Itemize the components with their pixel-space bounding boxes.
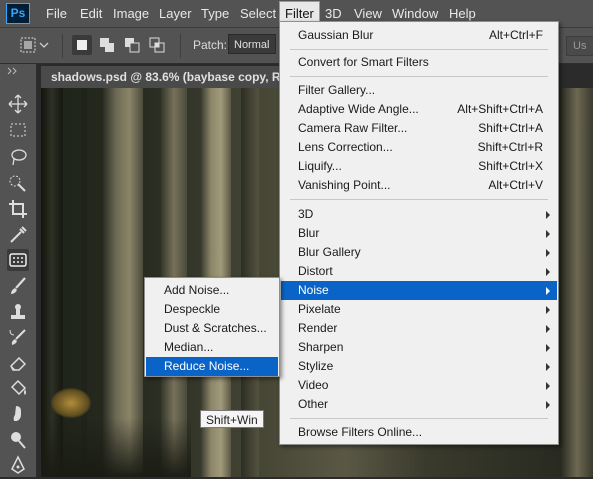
menu-item-blur[interactable]: Blur [281,224,557,243]
submenu-arrow-icon [546,287,550,295]
brush-tool-icon[interactable] [7,275,29,297]
patch-label: Patch: [193,38,228,52]
submenu-arrow-icon [546,211,550,219]
divider [180,34,181,58]
marquee-tool-icon[interactable] [7,119,29,141]
intersect-selection-icon[interactable] [147,35,167,55]
smudge-tool-icon[interactable] [7,403,29,425]
chevron-down-icon[interactable] [38,35,50,55]
submenu-arrow-icon [546,325,550,333]
patch-tool-icon[interactable] [7,249,29,271]
menu-item-video[interactable]: Video [281,376,557,395]
submenu-arrow-icon [546,344,550,352]
menu-item-render[interactable]: Render [281,319,557,338]
menu-item-median[interactable]: Median... [146,338,278,357]
submenu-arrow-icon [546,230,550,238]
dodge-tool-icon[interactable] [7,429,29,451]
menu-item-adaptive-wide-angle[interactable]: Adaptive Wide Angle... Alt+Shift+Ctrl+A [281,100,557,119]
shortcut-tooltip: Shift+Win [200,410,264,428]
crop-tool-icon[interactable] [7,198,29,220]
menu-layer[interactable]: Layer [159,0,192,28]
pen-tool-icon[interactable] [7,454,29,476]
menu-item-lens-correction[interactable]: Lens Correction... Shift+Ctrl+R [281,138,557,157]
panel-collapse-icon[interactable] [5,64,27,75]
menu-item-browse-filters-online[interactable]: Browse Filters Online... [281,423,557,442]
menu-item-sharpen[interactable]: Sharpen [281,338,557,357]
menu-image[interactable]: Image [113,0,149,28]
menu-item-gaussian-blur[interactable]: Gaussian Blur Alt+Ctrl+F [281,26,557,45]
menu-item-noise[interactable]: Noise [281,281,557,300]
submenu-arrow-icon [546,249,550,257]
submenu-arrow-icon [546,306,550,314]
use-pattern-button[interactable]: Us [566,36,593,56]
lasso-tool-icon[interactable] [7,146,29,168]
patch-mode-select[interactable]: Normal [228,34,276,54]
new-selection-icon[interactable] [72,35,92,55]
menu-separator [290,199,548,200]
menu-item-other[interactable]: Other [281,395,557,414]
menu-item-reduce-noise[interactable]: Reduce Noise... [146,357,278,376]
menu-item-convert-smart-filters[interactable]: Convert for Smart Filters [281,53,557,72]
menu-separator [290,49,548,50]
submenu-arrow-icon [546,268,550,276]
history-brush-tool-icon[interactable] [7,326,29,348]
menu-item-despeckle[interactable]: Despeckle [146,300,278,319]
move-tool-icon[interactable] [7,93,29,115]
clone-stamp-tool-icon[interactable] [7,301,29,323]
menu-item-dust-scratches[interactable]: Dust & Scratches... [146,319,278,338]
menu-item-add-noise[interactable]: Add Noise... [146,281,278,300]
menu-item-3d[interactable]: 3D [281,205,557,224]
noise-submenu: Add Noise... Despeckle Dust & Scratches.… [144,277,280,377]
menu-type[interactable]: Type [201,0,229,28]
submenu-arrow-icon [546,363,550,371]
menu-item-vanishing-point[interactable]: Vanishing Point... Alt+Ctrl+V [281,176,557,195]
menu-separator [290,418,548,419]
menu-item-filter-gallery[interactable]: Filter Gallery... [281,81,557,100]
add-selection-icon[interactable] [97,35,117,55]
divider [62,34,63,58]
paint-bucket-tool-icon[interactable] [7,377,29,399]
menu-item-pixelate[interactable]: Pixelate [281,300,557,319]
patch-tool-preset-icon[interactable] [18,35,38,55]
menu-item-distort[interactable]: Distort [281,262,557,281]
menu-file[interactable]: File [46,0,67,28]
subtract-selection-icon[interactable] [122,35,142,55]
menu-edit[interactable]: Edit [80,0,102,28]
eyedropper-tool-icon[interactable] [7,224,29,246]
eraser-tool-icon[interactable] [7,352,29,374]
quick-selection-tool-icon[interactable] [7,172,29,194]
tools-panel [0,64,37,477]
menu-item-camera-raw-filter[interactable]: Camera Raw Filter... Shift+Ctrl+A [281,119,557,138]
submenu-arrow-icon [546,401,550,409]
photoshop-logo: Ps [6,3,30,24]
menu-select[interactable]: Select [240,0,276,28]
menu-item-liquify[interactable]: Liquify... Shift+Ctrl+X [281,157,557,176]
document-tab[interactable]: shadows.psd @ 83.6% (baybase copy, RGB/ [41,66,281,88]
submenu-arrow-icon [546,382,550,390]
menu-item-blur-gallery[interactable]: Blur Gallery [281,243,557,262]
filter-menu-dropdown: Gaussian Blur Alt+Ctrl+F Convert for Sma… [279,21,559,445]
menu-separator [290,76,548,77]
menu-item-stylize[interactable]: Stylize [281,357,557,376]
